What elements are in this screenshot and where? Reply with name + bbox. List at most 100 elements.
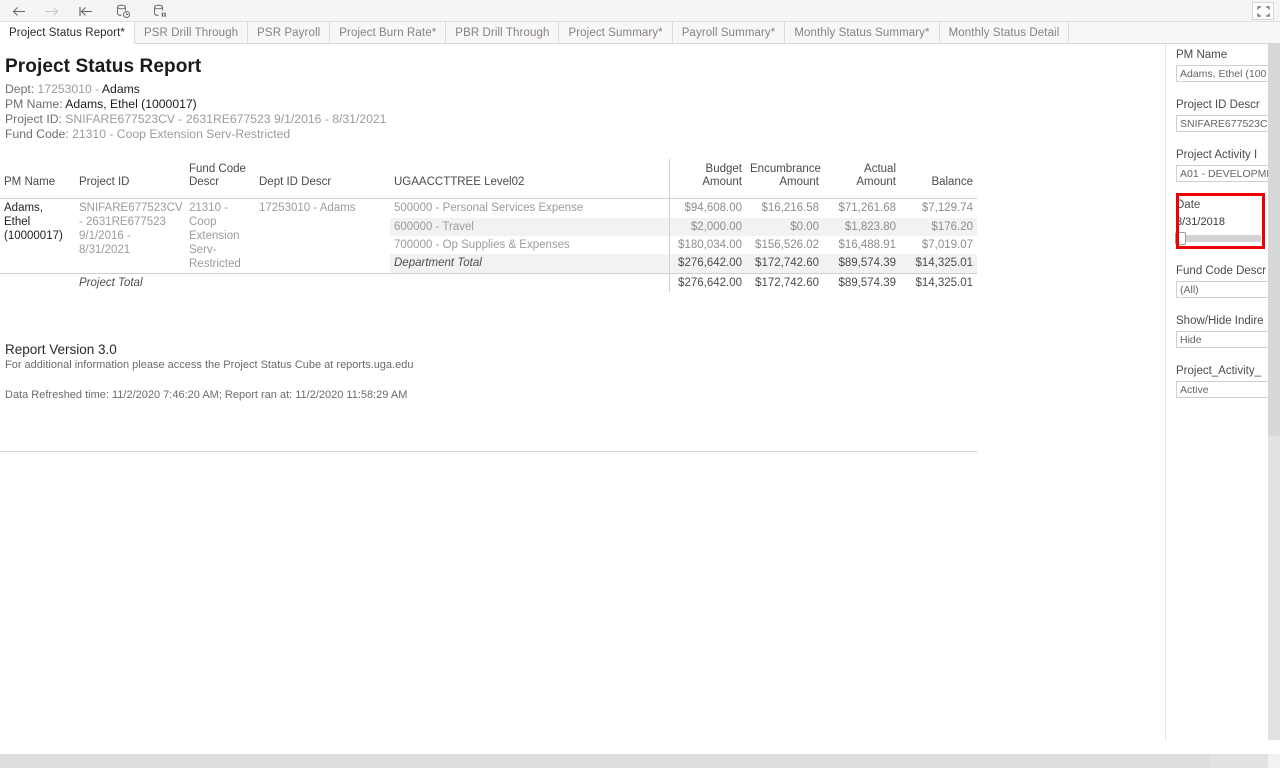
col-header-dept-id-descr[interactable]: Dept ID Descr <box>255 159 390 199</box>
cell-department-total-actual: $89,574.39 <box>823 254 900 274</box>
fullscreen-button[interactable] <box>1252 2 1274 20</box>
crosstab: PM Name Project ID Fund Code Descr Dept … <box>0 159 980 452</box>
tab-monthly-status-summary[interactable]: Monthly Status Summary* <box>785 22 940 43</box>
pause-auto-update-icon <box>154 4 166 17</box>
cell-project-total-actual: $89,574.39 <box>823 273 900 292</box>
filter-project-activity-status-dropdown[interactable]: Active <box>1176 381 1268 398</box>
cell-project-total-spacer-dept <box>255 273 390 292</box>
cell-account: 500000 - Personal Services Expense <box>394 202 584 214</box>
filter-date-slider-handle[interactable] <box>1175 232 1186 245</box>
filter-project-activity-label: Project Activity I <box>1176 149 1258 161</box>
cell-project-total-spacer-pm <box>0 273 75 292</box>
back-button[interactable] <box>6 1 32 21</box>
tab-psr-payroll[interactable]: PSR Payroll <box>248 22 331 43</box>
cell-project-total-balance: $14,325.01 <box>900 273 977 292</box>
cell-dept-id-descr: 17253010 - Adams <box>259 202 356 214</box>
filter-project-activity-status-label: Project_Activity_ <box>1176 365 1262 377</box>
refresh-data-source-icon <box>117 4 130 18</box>
filter-pm-name-dropdown[interactable]: Adams, Ethel (100 <box>1176 65 1268 82</box>
cell-balance: $7,129.74 <box>921 202 973 214</box>
col-header-budget-amount[interactable]: Budget Amount <box>668 159 746 199</box>
meta-fund-value: 21310 - Coop Extension Serv-Restricted <box>72 127 291 141</box>
filter-project-id-descr: Project ID Descr SNIFARE677523C <box>1176 98 1268 132</box>
horizontal-scrollbar-thumb[interactable] <box>0 754 1210 768</box>
table-row[interactable]: Adams, Ethel (10000017) SNIFARE677523CV … <box>0 198 977 270</box>
report-footer: Report Version 3.0 For additional inform… <box>5 341 705 402</box>
cell-budget: $2,000.00 <box>668 217 746 236</box>
table-row-project-total[interactable]: Project Total $276,642.00 $172,742.60 $8… <box>0 273 977 292</box>
col-header-balance[interactable]: Balance <box>900 159 977 199</box>
filter-pm-name-label: PM Name <box>1176 49 1228 61</box>
horizontal-scrollbar[interactable] <box>0 754 1268 768</box>
meta-project-value: SNIFARE677523CV - 2631RE677523 9/1/2016 … <box>65 112 387 126</box>
report-table: PM Name Project ID Fund Code Descr Dept … <box>0 159 977 292</box>
refresh-button[interactable] <box>110 1 136 21</box>
arrow-right-icon <box>45 6 58 16</box>
cell-budget: $180,034.00 <box>668 235 746 255</box>
col-header-project-id[interactable]: Project ID <box>75 159 185 199</box>
vertical-scrollbar[interactable] <box>1268 44 1280 740</box>
panel-divider <box>1165 44 1166 740</box>
cell-actual: $71,261.68 <box>838 202 896 214</box>
cell-encumbrance: $16,216.58 <box>761 202 819 214</box>
filter-fund-code-descr-label: Fund Code Descr <box>1176 265 1267 277</box>
meta-fund: Fund Code: 21310 - Coop Extension Serv-R… <box>5 127 386 142</box>
cell-project-total-encumbrance: $172,742.60 <box>746 273 823 292</box>
cell-project-total-label: Project Total <box>75 273 185 292</box>
tab-project-burn-rate[interactable]: Project Burn Rate* <box>330 22 447 43</box>
meta-fund-label: Fund Code: <box>5 127 69 141</box>
cell-department-total-encumbrance: $172,742.60 <box>746 254 823 274</box>
tab-monthly-status-detail[interactable]: Monthly Status Detail <box>939 22 1070 43</box>
meta-pm-value: Adams, Ethel (1000017) <box>65 97 197 111</box>
cell-department-total-label: Department Total <box>390 254 669 274</box>
cell-department-total-balance: $14,325.01 <box>900 254 977 274</box>
pause-button[interactable] <box>147 1 173 21</box>
tab-psr-drill-through[interactable]: PSR Drill Through <box>134 22 249 43</box>
revert-button[interactable] <box>73 1 99 21</box>
filter-date-slider[interactable] <box>1175 232 1261 245</box>
vertical-scrollbar-thumb[interactable] <box>1268 44 1280 436</box>
tab-project-status-report[interactable]: Project Status Report* <box>0 22 135 44</box>
page-title: Project Status Report <box>5 56 202 77</box>
cell-project-id: SNIFARE677523CV - 2631RE677523 9/1/2016 … <box>79 202 183 256</box>
cell-encumbrance: $0.00 <box>746 217 823 236</box>
col-header-fund-code-descr[interactable]: Fund Code Descr <box>185 159 255 199</box>
col-header-actual-amount[interactable]: Actual Amount <box>823 159 900 199</box>
arrow-left-icon <box>12 6 25 16</box>
meta-project-label: Project ID: <box>5 112 62 126</box>
meta-dept-name: Adams <box>101 82 140 96</box>
fullscreen-icon <box>1256 5 1270 17</box>
report-meta: Dept: 17253010 - Adams PM Name: Adams, E… <box>5 82 386 142</box>
footer-version: Report Version 3.0 <box>5 342 117 357</box>
meta-dept-code: 17253010 - <box>37 82 100 96</box>
footer-refresh-time: Data Refreshed time: 11/2/2020 7:46:20 A… <box>5 389 408 401</box>
filter-project-id-descr-label: Project ID Descr <box>1176 99 1260 111</box>
filter-project-activity-dropdown[interactable]: A01 - DEVELOPME <box>1176 165 1268 182</box>
cell-balance: $176.20 <box>900 217 977 236</box>
cell-actual: $16,488.91 <box>838 238 896 251</box>
cell-department-total-budget: $276,642.00 <box>668 254 746 274</box>
worksheet-tab-bar: Project Status Report* PSR Drill Through… <box>0 22 1280 44</box>
filter-pm-name: PM Name Adams, Ethel (100 <box>1176 48 1268 82</box>
tab-pbr-drill-through[interactable]: PBR Drill Through <box>446 22 560 43</box>
filter-show-hide-indirect: Show/Hide Indire Hide <box>1176 314 1268 348</box>
filter-fund-code-descr-dropdown[interactable]: (All) <box>1176 281 1268 298</box>
cell-balance: $7,019.07 <box>921 238 973 251</box>
filter-show-hide-indirect-dropdown[interactable]: Hide <box>1176 331 1268 348</box>
meta-pm: PM Name: Adams, Ethel (1000017) <box>5 97 386 112</box>
filter-date-value: 3/31/2018 <box>1176 216 1225 228</box>
cell-account: 600000 - Travel <box>390 217 669 236</box>
col-header-encumbrance-amount[interactable]: Encumbrance Amount <box>746 159 823 199</box>
tab-project-summary[interactable]: Project Summary* <box>559 22 673 43</box>
meta-pm-label: PM Name: <box>5 97 63 111</box>
tab-payroll-summary[interactable]: Payroll Summary* <box>672 22 786 43</box>
col-header-ugaaccttree[interactable]: UGAACCTTREE Level02 <box>390 159 669 199</box>
filter-panel: PM Name Adams, Ethel (100 Project ID Des… <box>1168 44 1268 740</box>
filter-project-id-descr-dropdown[interactable]: SNIFARE677523C <box>1176 115 1268 132</box>
col-header-pm-name[interactable]: PM Name <box>0 159 75 199</box>
cell-project-total-spacer-account <box>390 273 669 292</box>
forward-button[interactable] <box>38 1 64 21</box>
cell-fund-code-descr: 21310 - Coop Extension Serv-Restricted <box>189 202 241 270</box>
revert-to-start-icon <box>79 6 92 16</box>
toolbar <box>0 0 1280 22</box>
